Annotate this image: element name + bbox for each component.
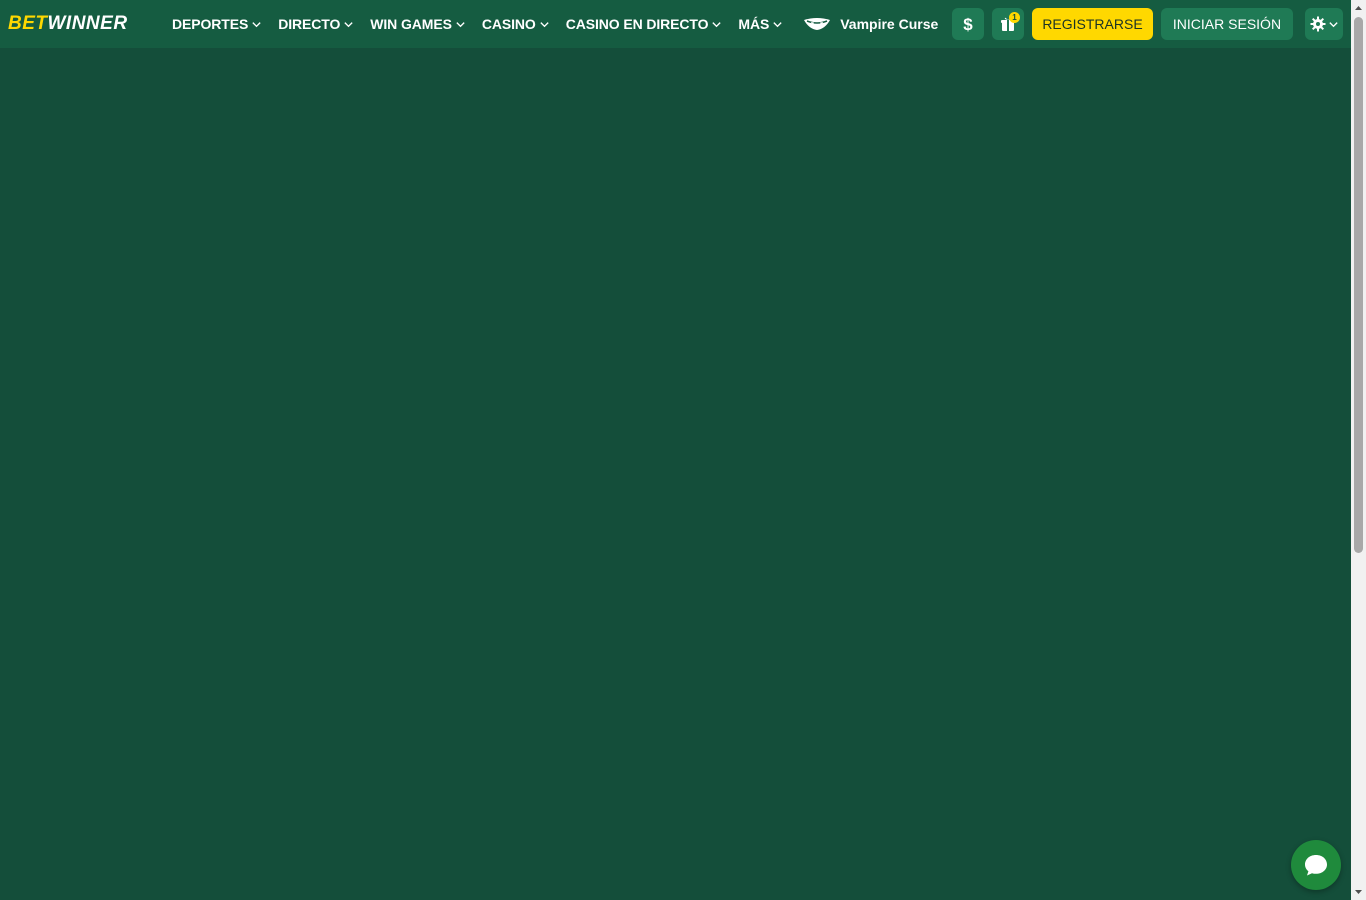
nav-item-casino[interactable]: CASINO (482, 16, 550, 32)
svg-text:$: $ (963, 15, 973, 33)
nav-item-casino-en-directo[interactable]: CASINO EN DIRECTO (566, 16, 723, 32)
nav-item-label: CASINO EN DIRECTO (565, 16, 709, 32)
nav-item-win-games[interactable]: WIN GAMES (370, 16, 466, 32)
vertical-scrollbar[interactable] (1351, 0, 1366, 900)
chevron-down-icon (252, 21, 261, 27)
betwinner-logo[interactable]: BET WINNER (8, 12, 128, 36)
settings-button[interactable] (1305, 8, 1343, 40)
scrollbar-thumb[interactable] (1354, 17, 1363, 553)
login-button[interactable]: INICIAR SESIÓN (1161, 8, 1293, 40)
nav-item-label: DIRECTO (278, 16, 341, 32)
chat-icon (1305, 855, 1327, 876)
chevron-down-icon (773, 21, 782, 27)
chevron-down-icon (344, 21, 353, 27)
chevron-down-icon (1328, 21, 1338, 27)
top-navigation-bar: BET WINNER DEPORTES DIRECTO WIN GAMES CAS… (0, 0, 1351, 48)
promo-label: Vampire Curse (840, 16, 939, 32)
nav-item-label: DEPORTES (172, 16, 249, 32)
gift-badge: 1 (1009, 12, 1020, 23)
chevron-down-icon (712, 21, 722, 27)
deposit-button[interactable]: $ (952, 8, 984, 40)
register-button[interactable]: REGISTRARSE (1032, 8, 1153, 40)
nav-item-label: CASINO (481, 16, 536, 32)
dollar-icon: $ (963, 15, 973, 33)
gift-button[interactable]: 1 (992, 8, 1024, 40)
scroll-up-arrow-icon[interactable] (1354, 4, 1363, 12)
nav-item-mas[interactable]: MÁS (738, 16, 783, 32)
nav-item-label: WIN GAMES (370, 16, 452, 32)
logo-text-winner: WINNER (47, 13, 128, 34)
nav-item-label: MÁS (738, 16, 770, 32)
nav-item-directo[interactable]: DIRECTO (278, 16, 354, 32)
scroll-down-arrow-icon[interactable] (1354, 888, 1363, 896)
gear-icon (1310, 16, 1325, 32)
vampire-mouth-icon (804, 18, 831, 30)
chevron-down-icon (540, 21, 549, 27)
logo-text-bet: BET (8, 13, 48, 34)
promo-link-vampire-curse[interactable]: Vampire Curse (803, 16, 938, 32)
main-nav: DEPORTES DIRECTO WIN GAMES CASINO CASINO… (172, 0, 938, 48)
nav-item-deportes[interactable]: DEPORTES (172, 16, 262, 32)
chevron-down-icon (456, 21, 465, 27)
chat-button[interactable] (1291, 840, 1341, 890)
